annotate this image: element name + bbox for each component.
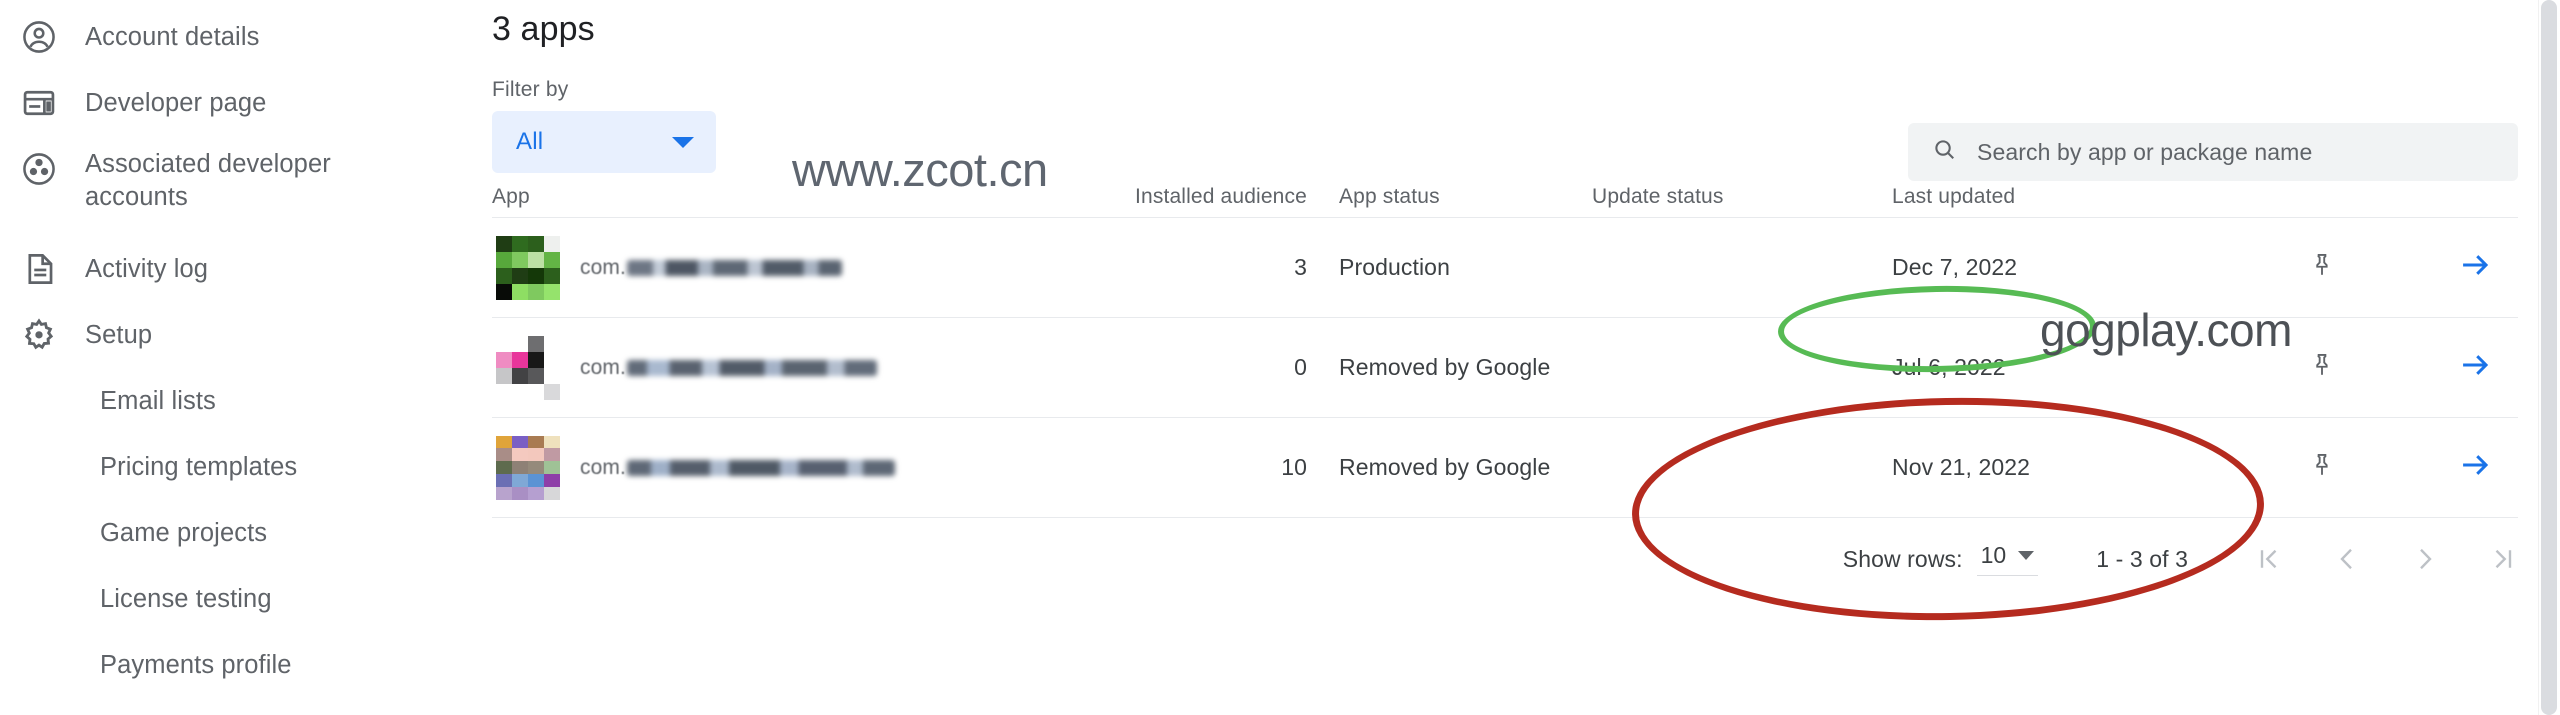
sidebar-item-label: Activity log — [85, 255, 209, 283]
sidebar-item-license-testing[interactable]: License testing — [0, 566, 480, 632]
package-prefix: com. — [580, 355, 626, 379]
main-content: 3 apps Filter by All www.zcot.cn Search … — [480, 0, 2560, 715]
package-prefix: com. — [580, 455, 626, 479]
table-row[interactable]: com. 10 Removed by Google Nov 21, 2022 — [492, 418, 2518, 518]
gear-icon — [16, 312, 62, 358]
col-header-app-status: App status — [1339, 185, 1440, 208]
scrollbar-thumb[interactable] — [2541, 0, 2557, 715]
sidebar-item-label: Account details — [85, 23, 260, 51]
pin-icon[interactable] — [2308, 254, 2336, 283]
sidebar-item-game-projects[interactable]: Game projects — [0, 500, 480, 566]
first-page-button[interactable] — [2254, 542, 2284, 576]
cell-installed-audience: 0 — [1294, 354, 1307, 380]
arrow-right-icon[interactable] — [2458, 455, 2492, 486]
sidebar-item-api-access[interactable]: API access — [0, 698, 480, 715]
cell-app-status: Removed by Google — [1339, 454, 1551, 480]
pin-icon[interactable] — [2308, 454, 2336, 483]
sidebar-item-label: Payments profile — [100, 651, 292, 679]
account-circle-icon — [16, 14, 62, 60]
watermark-gogplay: gogplay.com — [2040, 304, 2292, 356]
sidebar-nav: Account details Developer page Associate… — [0, 0, 480, 715]
filter-selected-value: All — [516, 128, 544, 155]
chevron-down-icon — [2018, 551, 2035, 560]
pin-icon[interactable] — [2308, 354, 2336, 383]
search-icon — [1932, 137, 1957, 167]
app-icon — [496, 235, 560, 300]
associated-accounts-icon — [16, 146, 62, 192]
arrow-right-icon[interactable] — [2458, 355, 2492, 386]
app-identity: com. — [580, 356, 877, 380]
sidebar-item-developer-page[interactable]: Developer page — [0, 70, 480, 136]
sidebar-item-label: Email lists — [100, 387, 216, 415]
cell-installed-audience: 10 — [1281, 454, 1307, 480]
search-input[interactable]: Search by app or package name — [1908, 123, 2518, 181]
sidebar-item-pricing-templates[interactable]: Pricing templates — [0, 434, 480, 500]
sidebar-item-associated-developer-accounts[interactable]: Associated developer accounts — [0, 136, 480, 236]
app-identity: com. — [580, 256, 842, 280]
cell-app-status: Removed by Google — [1339, 354, 1551, 380]
app-icon — [496, 335, 560, 400]
sidebar-item-label: Pricing templates — [100, 453, 298, 481]
package-prefix: com. — [580, 255, 626, 279]
arrow-right-icon[interactable] — [2458, 255, 2492, 286]
table-header-row: App Installed audience App status Update… — [492, 176, 2518, 218]
sidebar-item-setup[interactable]: Setup — [0, 302, 480, 368]
package-name-blurred — [626, 359, 877, 376]
sidebar-item-account-details[interactable]: Account details — [0, 4, 480, 70]
package-name-blurred — [626, 259, 842, 276]
filter-row: Filter by All www.zcot.cn Search by app … — [492, 78, 2560, 196]
sidebar-item-label: Setup — [85, 321, 153, 349]
col-header-update-status: Update status — [1592, 185, 1724, 208]
col-header-installed-audience: Installed audience — [1135, 185, 1307, 208]
package-name-blurred — [626, 459, 895, 476]
sidebar-item-label: Associated developer accounts — [85, 150, 331, 211]
sidebar-item-label: Game projects — [100, 519, 268, 547]
sidebar-item-activity-log[interactable]: Activity log — [0, 236, 480, 302]
sidebar-item-email-lists[interactable]: Email lists — [0, 368, 480, 434]
last-page-button[interactable] — [2488, 542, 2518, 576]
cell-last-updated: Dec 7, 2022 — [1892, 254, 2018, 280]
page-scrollbar[interactable] — [2538, 0, 2560, 715]
document-icon — [16, 246, 62, 292]
sidebar-item-label: Developer page — [85, 89, 267, 117]
sidebar-item-label: License testing — [100, 585, 272, 613]
app-identity: com. — [580, 456, 895, 480]
page-title: 3 apps — [492, 10, 595, 48]
filter-dropdown[interactable]: All — [492, 111, 716, 173]
chevron-down-icon — [672, 136, 694, 148]
pagination-bar: Show rows: 10 1 - 3 of 3 — [492, 542, 2518, 576]
app-icon — [496, 435, 560, 500]
col-header-last-updated: Last updated — [1892, 185, 2016, 208]
show-rows-label: Show rows: — [1842, 545, 1963, 572]
col-header-app: App — [492, 185, 530, 208]
search-placeholder: Search by app or package name — [1977, 138, 2313, 165]
filter-by-label: Filter by — [492, 78, 569, 101]
rows-per-page-select[interactable]: 10 — [1976, 542, 2039, 576]
sidebar-item-payments-profile[interactable]: Payments profile — [0, 632, 480, 698]
cell-last-updated: Jul 6, 2022 — [1892, 354, 2006, 380]
rows-per-page-value: 10 — [1980, 542, 2007, 568]
previous-page-button[interactable] — [2332, 542, 2362, 576]
web-layout-icon — [16, 80, 62, 126]
next-page-button[interactable] — [2410, 542, 2440, 576]
cell-app-status: Production — [1339, 254, 1450, 280]
pagination-range: 1 - 3 of 3 — [2096, 545, 2188, 572]
cell-last-updated: Nov 21, 2022 — [1892, 454, 2031, 480]
play-console-app-list-page: Account details Developer page Associate… — [0, 0, 2560, 715]
cell-installed-audience: 3 — [1294, 254, 1307, 280]
